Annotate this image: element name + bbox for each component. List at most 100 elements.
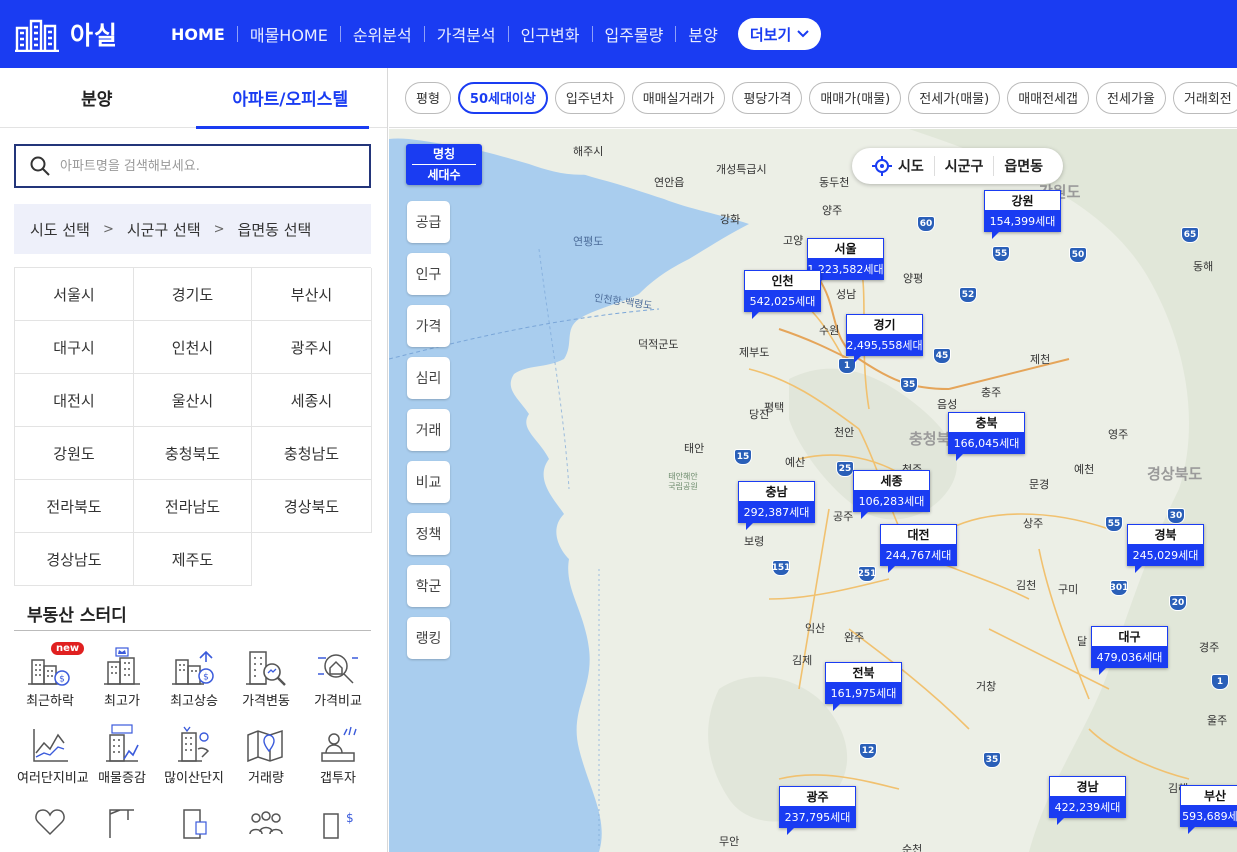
region-jeonbuk[interactable]: 전라북도 bbox=[15, 480, 134, 533]
region-marker-busan[interactable]: 부산593,689세대 bbox=[1180, 785, 1237, 834]
region-gyeonggi[interactable]: 경기도 bbox=[134, 268, 252, 321]
breadcrumb-province[interactable]: 시도 선택 bbox=[30, 219, 90, 240]
route-shield: 251 bbox=[858, 566, 876, 582]
level-label: 읍면동 bbox=[1004, 159, 1044, 175]
filter-chip-gap[interactable]: 매매전세갭 bbox=[1007, 81, 1090, 114]
region-gwangju[interactable]: 광주시 bbox=[252, 321, 372, 374]
study-recent-drop[interactable]: $ new 최근하락 bbox=[14, 642, 86, 709]
place-label: 수원 bbox=[819, 324, 840, 337]
region-marker-gyeongnam[interactable]: 경남 422,239세대 bbox=[1049, 776, 1126, 825]
region-daejeon[interactable]: 대전시 bbox=[15, 374, 134, 427]
layer-button-school[interactable]: 학군 bbox=[407, 565, 450, 607]
filter-chip-real-price[interactable]: 매매실거래가 bbox=[631, 81, 726, 114]
search-box[interactable] bbox=[14, 144, 371, 188]
filter-chip-price-per-pyeong[interactable]: 평당가격 bbox=[732, 81, 803, 114]
route-shield: 30 bbox=[1167, 508, 1185, 524]
region-marker-gyeongbuk[interactable]: 경북 245,029세대 bbox=[1127, 524, 1204, 573]
region-marker-chungbuk[interactable]: 충북 166,045세대 bbox=[948, 412, 1025, 461]
region-empty-cell bbox=[252, 533, 372, 586]
study-multi-compare[interactable]: 여러단지비교 bbox=[14, 723, 89, 786]
level-district-button[interactable]: 시군구 bbox=[933, 156, 994, 176]
region-marker-gangwon[interactable]: 강원 154,399세대 bbox=[984, 190, 1061, 239]
layer-button-population[interactable]: 인구 bbox=[407, 253, 450, 295]
layer-button-price[interactable]: 가격 bbox=[407, 305, 450, 347]
filter-chip-jeonse-listing[interactable]: 전세가(매물) bbox=[908, 81, 1001, 114]
logo[interactable]: 아실 bbox=[14, 16, 118, 52]
region-incheon[interactable]: 인천시 bbox=[134, 321, 252, 374]
tab-apartment-officetel[interactable]: 아파트/오피스텔 bbox=[194, 68, 388, 127]
svg-text:$: $ bbox=[203, 673, 209, 683]
study-item-14[interactable] bbox=[230, 800, 302, 848]
region-jeonnam[interactable]: 전라남도 bbox=[134, 480, 252, 533]
region-marker-sejong[interactable]: 세종 106,283세대 bbox=[853, 470, 930, 519]
search-input[interactable] bbox=[60, 158, 340, 174]
layer-button-sentiment[interactable]: 심리 bbox=[407, 357, 450, 399]
study-item-13[interactable] bbox=[158, 800, 230, 848]
study-listing-change[interactable]: 매물증감 bbox=[86, 723, 158, 786]
region-marker-gwangju[interactable]: 광주 237,795세대 bbox=[779, 786, 856, 835]
layer-button-ranking[interactable]: 랭킹 bbox=[407, 617, 450, 659]
region-marker-daegu[interactable]: 대구 479,036세대 bbox=[1091, 626, 1168, 675]
study-price-compare[interactable]: 가격비교 bbox=[302, 646, 374, 709]
region-seoul[interactable]: 서울시 bbox=[15, 268, 134, 321]
region-chungnam[interactable]: 충청남도 bbox=[252, 427, 372, 480]
region-gangwon[interactable]: 강원도 bbox=[15, 427, 134, 480]
marker-count: 166,045세대 bbox=[948, 432, 1025, 454]
place-label: 양주 bbox=[822, 204, 843, 217]
level-town-button[interactable]: 읍면동 bbox=[993, 156, 1053, 176]
layer-button-supply[interactable]: 공급 bbox=[407, 201, 450, 243]
nav-price-analysis[interactable]: 가격분석 bbox=[437, 22, 496, 46]
marker-name: 강원 bbox=[984, 190, 1061, 210]
region-gyeongnam[interactable]: 경상남도 bbox=[15, 533, 134, 586]
level-province-button[interactable]: 시도 bbox=[862, 156, 934, 176]
region-jeju[interactable]: 제주도 bbox=[134, 533, 252, 586]
nav-move-in-supply[interactable]: 입주물량 bbox=[605, 22, 664, 46]
layer-button-transactions[interactable]: 거래 bbox=[407, 409, 450, 451]
filter-chip-jeonse-ratio[interactable]: 전세가율 bbox=[1096, 81, 1166, 114]
filter-chip-sale-listing[interactable]: 매매가(매물) bbox=[809, 81, 902, 114]
region-daegu[interactable]: 대구시 bbox=[15, 321, 134, 374]
region-chungbuk[interactable]: 충청북도 bbox=[134, 427, 252, 480]
study-most-bought[interactable]: 많이산단지 bbox=[158, 723, 230, 786]
region-busan[interactable]: 부산시 bbox=[252, 268, 372, 321]
nav-listing-home[interactable]: 매물HOME bbox=[250, 22, 328, 46]
breadcrumb-district[interactable]: 시군구 선택 bbox=[127, 219, 201, 240]
filter-chip-turnover[interactable]: 거래회전 bbox=[1172, 81, 1237, 114]
study-item-12[interactable] bbox=[86, 800, 158, 848]
region-marker-incheon[interactable]: 인천 542,025세대 bbox=[744, 270, 821, 319]
study-price-change[interactable]: 가격변동 bbox=[230, 646, 302, 709]
region-marker-jeonbuk[interactable]: 전북 161,975세대 bbox=[825, 662, 902, 711]
layer-button-policy[interactable]: 정책 bbox=[407, 513, 450, 555]
place-label: 해주시 bbox=[573, 145, 604, 158]
marker-name: 서울 bbox=[807, 238, 884, 258]
marker-count: 161,975세대 bbox=[825, 682, 902, 704]
region-marker-gyeonggi[interactable]: 경기 2,495,558세대 bbox=[846, 314, 923, 363]
nav-rank-analysis[interactable]: 순위분석 bbox=[353, 22, 412, 46]
layer-button-compare[interactable]: 비교 bbox=[407, 461, 450, 503]
tab-presale[interactable]: 분양 bbox=[0, 68, 194, 127]
study-volume[interactable]: 거래량 bbox=[230, 723, 302, 786]
region-marker-daejeon[interactable]: 대전 244,767세대 bbox=[880, 524, 957, 573]
more-button[interactable]: 더보기 bbox=[737, 18, 822, 50]
region-gyeongbuk[interactable]: 경상북도 bbox=[252, 480, 372, 533]
study-highest-price[interactable]: 최고가 bbox=[86, 646, 158, 709]
study-highest-rise[interactable]: $ 최고상승 bbox=[158, 646, 230, 709]
park-label: 태안해안국립공원 bbox=[668, 472, 698, 491]
nav-population[interactable]: 인구변화 bbox=[521, 22, 580, 46]
more-label: 더보기 bbox=[749, 25, 792, 44]
filter-chip-households[interactable]: 50세대이상 bbox=[457, 81, 548, 114]
study-item-15[interactable]: $ bbox=[302, 800, 374, 848]
region-sejong[interactable]: 세종시 bbox=[252, 374, 372, 427]
route-shield: 12 bbox=[859, 743, 877, 759]
study-gap-investment[interactable]: 갭투자 bbox=[302, 723, 374, 786]
map-canvas[interactable]: 해주시 개성특급시 연안읍 동두천 양주 강화 고양 연평도 양평 성남 수원 … bbox=[389, 129, 1237, 852]
breadcrumb-town[interactable]: 읍면동 선택 bbox=[238, 219, 312, 240]
nav-home[interactable]: HOME bbox=[171, 25, 225, 44]
nav-presale[interactable]: 분양 bbox=[688, 22, 717, 46]
filter-chip-years[interactable]: 입주년차 bbox=[554, 81, 625, 114]
study-item-11[interactable] bbox=[14, 800, 86, 848]
new-badge: new bbox=[51, 642, 85, 655]
region-ulsan[interactable]: 울산시 bbox=[134, 374, 252, 427]
filter-chip-area[interactable]: 평형 bbox=[405, 81, 451, 114]
region-marker-chungnam[interactable]: 충남 292,387세대 bbox=[738, 481, 815, 530]
